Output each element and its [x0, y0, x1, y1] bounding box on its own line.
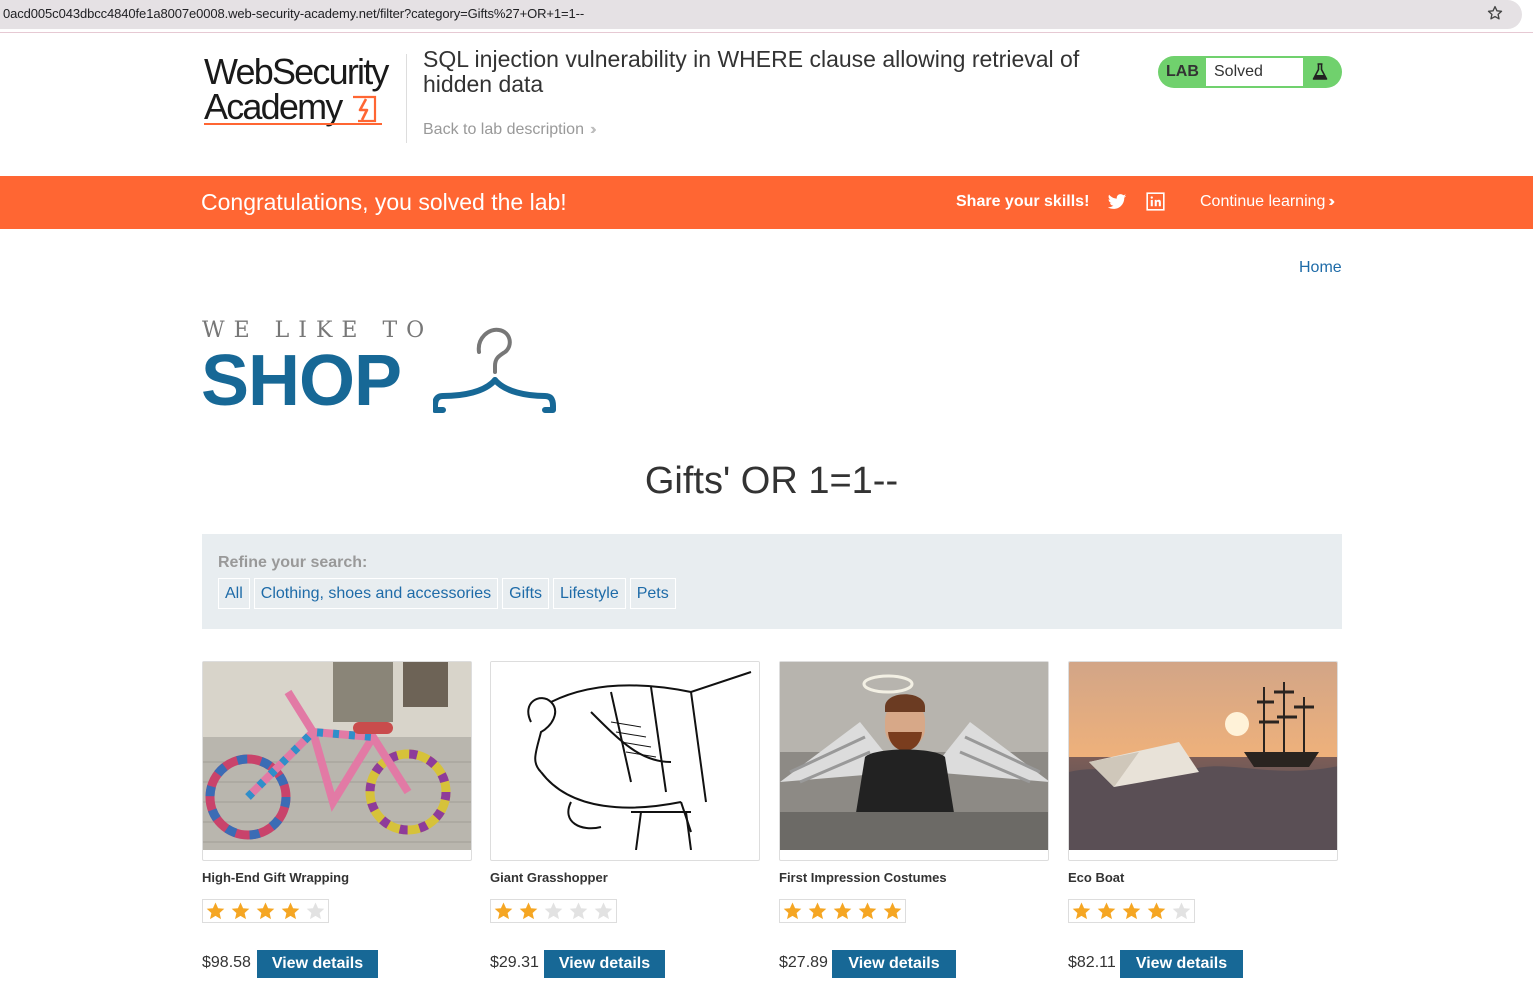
- star-filled-icon: [228, 900, 253, 922]
- twitter-icon[interactable]: [1107, 192, 1127, 212]
- product-price: $98.58: [202, 954, 251, 971]
- continue-learning-label: Continue learning: [1200, 193, 1326, 210]
- view-details-button[interactable]: View details: [257, 950, 378, 978]
- star-filled-icon: [278, 900, 303, 922]
- shop-logo-word: SHOP: [201, 341, 402, 421]
- star-filled-icon: [830, 900, 855, 922]
- star-filled-icon: [1119, 900, 1144, 922]
- linkedin-icon[interactable]: [1146, 192, 1165, 211]
- refine-search-panel: Refine your search: All Clothing, shoes …: [202, 534, 1342, 629]
- url-text[interactable]: 0acd005c043dbcc4840fe1a8007e0008.web-sec…: [3, 6, 584, 21]
- star-empty-icon: [303, 900, 328, 922]
- product-name: Giant Grasshopper: [490, 870, 608, 885]
- double-chevron-right-icon: ››: [589, 121, 596, 138]
- back-link-label: Back to lab description: [423, 121, 584, 138]
- badge-lab-label: LAB: [1166, 63, 1199, 80]
- star-filled-icon: [880, 900, 905, 922]
- browser-address-bar: 0acd005c043dbcc4840fe1a8007e0008.web-sec…: [0, 0, 1533, 32]
- product-name: High-End Gift Wrapping: [202, 870, 350, 885]
- header-divider: [406, 54, 407, 143]
- star-filled-icon: [1094, 900, 1119, 922]
- share-skills-label: Share your skills!: [956, 193, 1090, 210]
- product-image: [1068, 661, 1338, 861]
- product-image: [490, 661, 760, 861]
- star-filled-icon: [855, 900, 880, 922]
- back-to-lab-description-link[interactable]: Back to lab description ››: [423, 121, 596, 139]
- star-filled-icon: [780, 900, 805, 922]
- star-filled-icon: [516, 900, 541, 922]
- view-details-button[interactable]: View details: [1120, 950, 1243, 978]
- logo-underline: [204, 123, 382, 125]
- continue-learning-link[interactable]: Continue learning ››: [1200, 193, 1335, 211]
- flask-icon: [1312, 63, 1328, 80]
- badge-status-text: Solved: [1206, 58, 1303, 86]
- filter-link-gifts[interactable]: Gifts: [502, 578, 550, 609]
- category-heading: Gifts' OR 1=1--: [644, 460, 899, 502]
- double-chevron-right-icon: ››: [1328, 193, 1334, 210]
- star-empty-icon: [541, 900, 566, 922]
- category-filter-list: All Clothing, shoes and accessories Gift…: [218, 578, 676, 609]
- filter-link-clothing[interactable]: Clothing, shoes and accessories: [253, 578, 499, 609]
- star-empty-icon: [566, 900, 591, 922]
- star-rating: [490, 899, 617, 923]
- product-price: $82.11: [1068, 954, 1116, 971]
- filter-link-pets[interactable]: Pets: [629, 578, 676, 609]
- view-details-button[interactable]: View details: [544, 950, 665, 978]
- star-rating: [202, 899, 329, 923]
- star-empty-icon: [1169, 900, 1194, 922]
- view-details-button[interactable]: View details: [832, 950, 956, 978]
- lab-title: SQL injection vulnerability in WHERE cla…: [423, 46, 1080, 97]
- product-image: [779, 661, 1049, 861]
- solved-message: Congratulations, you solved the lab!: [201, 189, 567, 215]
- star-rating: [779, 899, 906, 923]
- address-field[interactable]: 0acd005c043dbcc4840fe1a8007e0008.web-sec…: [0, 0, 1522, 29]
- star-filled-icon: [805, 900, 830, 922]
- home-link[interactable]: Home: [1299, 259, 1342, 277]
- star-filled-icon: [1069, 900, 1094, 922]
- filter-link-lifestyle[interactable]: Lifestyle: [553, 578, 626, 609]
- star-filled-icon: [1144, 900, 1169, 922]
- product-price: $27.89: [779, 954, 828, 971]
- we-like-to-shop-logo[interactable]: WE LIKE TO SHOP: [201, 318, 561, 421]
- star-rating: [1068, 899, 1195, 923]
- star-empty-icon: [591, 900, 616, 922]
- product-name: First Impression Costumes: [779, 870, 947, 885]
- filter-link-all[interactable]: All: [218, 578, 250, 609]
- product-price: $29.31: [490, 954, 539, 971]
- refine-search-label: Refine your search:: [218, 554, 368, 571]
- product-image: [202, 661, 472, 861]
- clothes-hanger-icon: [433, 327, 556, 413]
- web-security-academy-logo[interactable]: WebSecurity Academy: [204, 53, 404, 129]
- lightning-bolt-icon: [353, 95, 377, 123]
- star-filled-icon: [253, 900, 278, 922]
- product-name: Eco Boat: [1068, 870, 1125, 885]
- lab-status-badge: LAB Solved: [1158, 56, 1342, 88]
- shop-logo-tagline: WE LIKE TO: [202, 318, 434, 343]
- star-filled-icon: [203, 900, 228, 922]
- bookmark-star-icon[interactable]: [1485, 4, 1505, 24]
- lab-header: WebSecurity Academy SQL injection vulner…: [0, 33, 1533, 176]
- logo-text-line2: Academy: [204, 86, 343, 127]
- lab-solved-banner: Congratulations, you solved the lab! Sha…: [0, 176, 1533, 229]
- star-filled-icon: [491, 900, 516, 922]
